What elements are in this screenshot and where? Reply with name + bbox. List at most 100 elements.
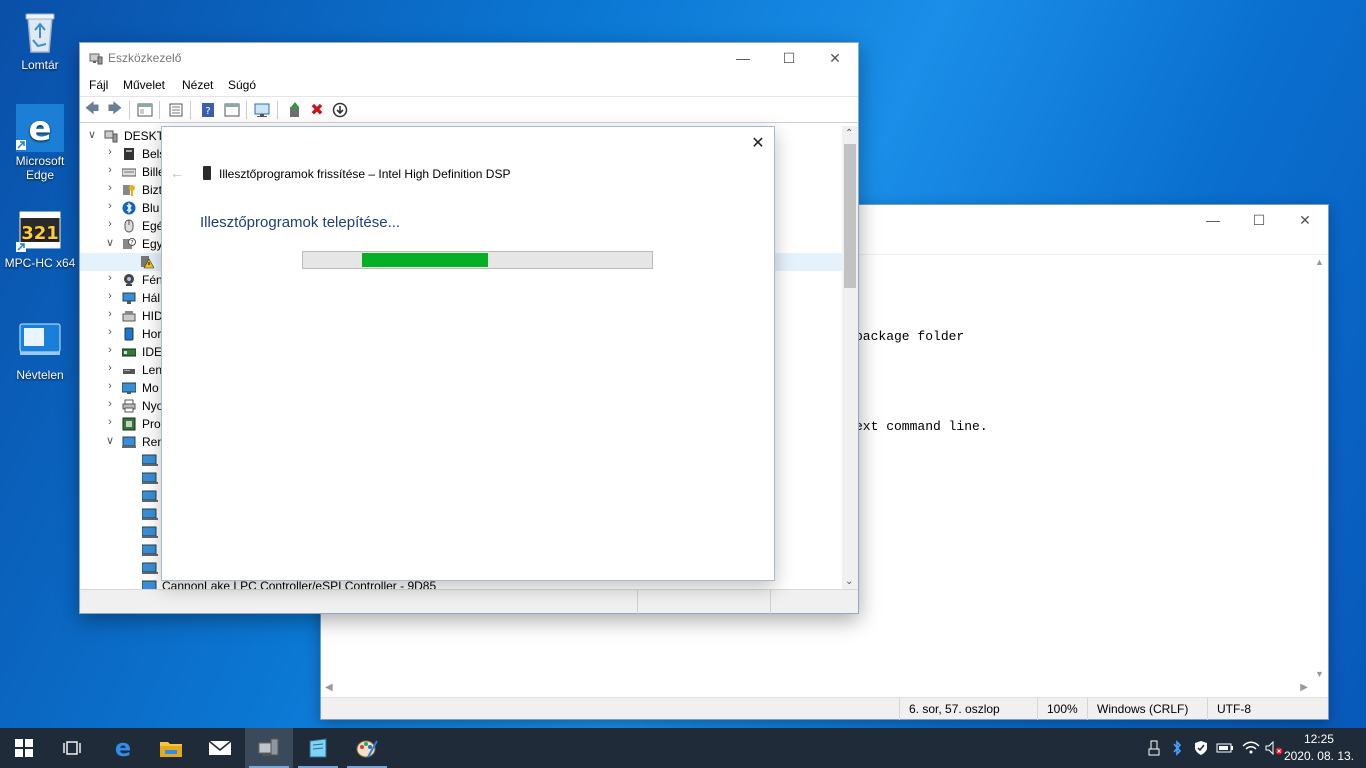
system-device-icon (141, 507, 158, 521)
desktop-icon-recycle-bin[interactable]: Lomtár (3, 8, 77, 72)
back-arrow-icon[interactable]: ← (170, 165, 184, 181)
scroll-down-icon[interactable]: ▼ (1315, 669, 1324, 679)
other-device-icon: ? (122, 237, 136, 251)
notepad-statusbar: 6. sor, 57. oszlop 100% Windows (CRLF) U… (321, 697, 1328, 720)
cursor-position: 6. sor, 57. oszlop (909, 702, 1000, 716)
view-icon[interactable] (222, 100, 242, 120)
system-clock[interactable]: 12:25 2020. 08. 13. (1284, 731, 1354, 765)
desktop-icon-label: MPC-HC x64 (4, 256, 76, 270)
task-view-button[interactable] (48, 728, 96, 768)
scroll-down-icon[interactable]: ⌄ (845, 576, 853, 587)
system-devices-icon (122, 435, 136, 449)
taskbar-paint[interactable] (343, 728, 391, 768)
paint-icon (356, 740, 378, 758)
system-device-icon (141, 471, 158, 485)
menu-file[interactable]: Fájl (89, 78, 108, 92)
close-button[interactable]: ✕ (812, 43, 858, 73)
scroll-left-icon[interactable]: ◀ (325, 682, 333, 693)
device-icon (203, 166, 211, 180)
horizontal-scrollbar[interactable]: ◀ ▶ (321, 681, 1312, 697)
taskbar-mail[interactable] (196, 728, 244, 768)
device-manager-titlebar[interactable]: Eszközkezelő — ☐ ✕ (80, 43, 858, 73)
statusbar (80, 589, 858, 614)
wifi-icon[interactable] (1241, 728, 1261, 768)
desktop-icon-mpc-hc[interactable]: 321 MPC-HC x64 (3, 206, 77, 270)
desktop-icon-nevtelen[interactable]: Névtelen (3, 318, 77, 382)
menu-action[interactable]: Művelet (123, 78, 165, 92)
svg-text:e: e (28, 109, 51, 149)
properties-icon[interactable] (166, 100, 186, 120)
security-shield-icon[interactable] (1192, 728, 1210, 768)
desktop-icon-label: Microsoft Edge (15, 154, 65, 182)
shortcut-file-icon (16, 318, 64, 366)
maximize-button[interactable]: ☐ (1236, 205, 1282, 235)
usb-eject-icon[interactable] (1146, 728, 1162, 768)
maximize-button[interactable]: ☐ (766, 43, 812, 73)
vertical-scrollbar[interactable]: ⌃ ⌄ (842, 126, 858, 589)
svg-text:e: e (115, 736, 131, 760)
toolbar: 🡄 🡆 ? ✖ (80, 97, 858, 123)
scroll-up-icon[interactable]: ⌃ (845, 128, 853, 139)
notepad-icon (309, 738, 327, 758)
taskbar-edge[interactable]: e (99, 728, 147, 768)
help-icon[interactable]: ? (198, 100, 218, 120)
menu-view[interactable]: Nézet (182, 78, 213, 92)
clock-date: 2020. 08. 13. (1283, 749, 1354, 763)
folder-icon (160, 742, 182, 757)
system-device-icon (141, 543, 158, 557)
processor-icon (122, 417, 136, 431)
minimize-button[interactable]: — (720, 43, 766, 73)
recycle-bin-icon (16, 8, 64, 56)
bluetooth-icon (122, 201, 136, 215)
computer-icon (104, 129, 118, 143)
scrollbar-thumb[interactable] (844, 144, 856, 288)
bluetooth-icon[interactable] (1169, 728, 1185, 768)
svg-text:?: ? (130, 240, 133, 247)
line-ending: Windows (CRLF) (1097, 702, 1189, 716)
volume-muted-icon[interactable] (1264, 728, 1284, 768)
start-button[interactable] (0, 728, 48, 768)
printer-icon (122, 399, 136, 413)
portable-device-icon (122, 327, 136, 341)
menu-help[interactable]: Súgó (228, 78, 256, 92)
update-driver-dialog[interactable]: ✕ ← Illesztőprogramok frissítése – Intel… (161, 126, 775, 581)
scroll-right-icon[interactable]: ▶ (1300, 682, 1308, 693)
chip-icon (122, 147, 136, 161)
taskbar-file-explorer[interactable] (147, 728, 195, 768)
taskbar-notepad[interactable] (294, 728, 342, 768)
battery-icon[interactable] (1216, 728, 1234, 768)
encoding: UTF-8 (1217, 702, 1251, 716)
security-key-icon (122, 183, 136, 197)
taskbar: e 12:25 2020. 08. 13. (0, 728, 1366, 768)
uninstall-device-icon[interactable]: ✖ (307, 100, 327, 120)
system-device-icon (141, 453, 158, 467)
desktop-icon-label: Névtelen (16, 368, 64, 382)
window-title: Eszközkezelő (108, 51, 182, 65)
system-device-icon (141, 525, 158, 539)
monitor-icon (121, 381, 137, 395)
vertical-scrollbar[interactable]: ▲ ▼ (1312, 255, 1328, 681)
keyboard-icon (121, 165, 137, 179)
device-manager-icon (89, 51, 103, 65)
task-view-icon (63, 741, 81, 755)
close-button[interactable]: ✕ (1282, 205, 1328, 235)
dialog-title: Illesztőprogramok frissítése – Intel Hig… (219, 167, 511, 181)
back-arrow-icon[interactable]: 🡄 (82, 100, 102, 120)
dialog-close-button[interactable]: ✕ (748, 133, 768, 153)
scan-hardware-icon[interactable] (253, 100, 273, 120)
disable-device-icon[interactable] (330, 100, 350, 120)
desktop-icon-edge[interactable]: e Microsoft Edge (3, 104, 77, 182)
camera-icon (122, 273, 136, 287)
text-line: package folder (855, 329, 965, 344)
svg-text:321: 321 (21, 223, 59, 244)
forward-arrow-icon[interactable]: 🡆 (105, 100, 125, 120)
scroll-up-icon[interactable]: ▲ (1315, 257, 1324, 267)
disk-drive-icon (122, 363, 136, 377)
show-hide-console-tree-icon[interactable] (135, 100, 155, 120)
ide-controller-icon (121, 345, 137, 359)
update-driver-icon[interactable] (285, 100, 305, 120)
minimize-button[interactable]: — (1190, 205, 1236, 235)
progress-bar (302, 251, 653, 269)
windows-logo-icon (15, 739, 33, 757)
taskbar-device-manager[interactable] (245, 728, 293, 768)
